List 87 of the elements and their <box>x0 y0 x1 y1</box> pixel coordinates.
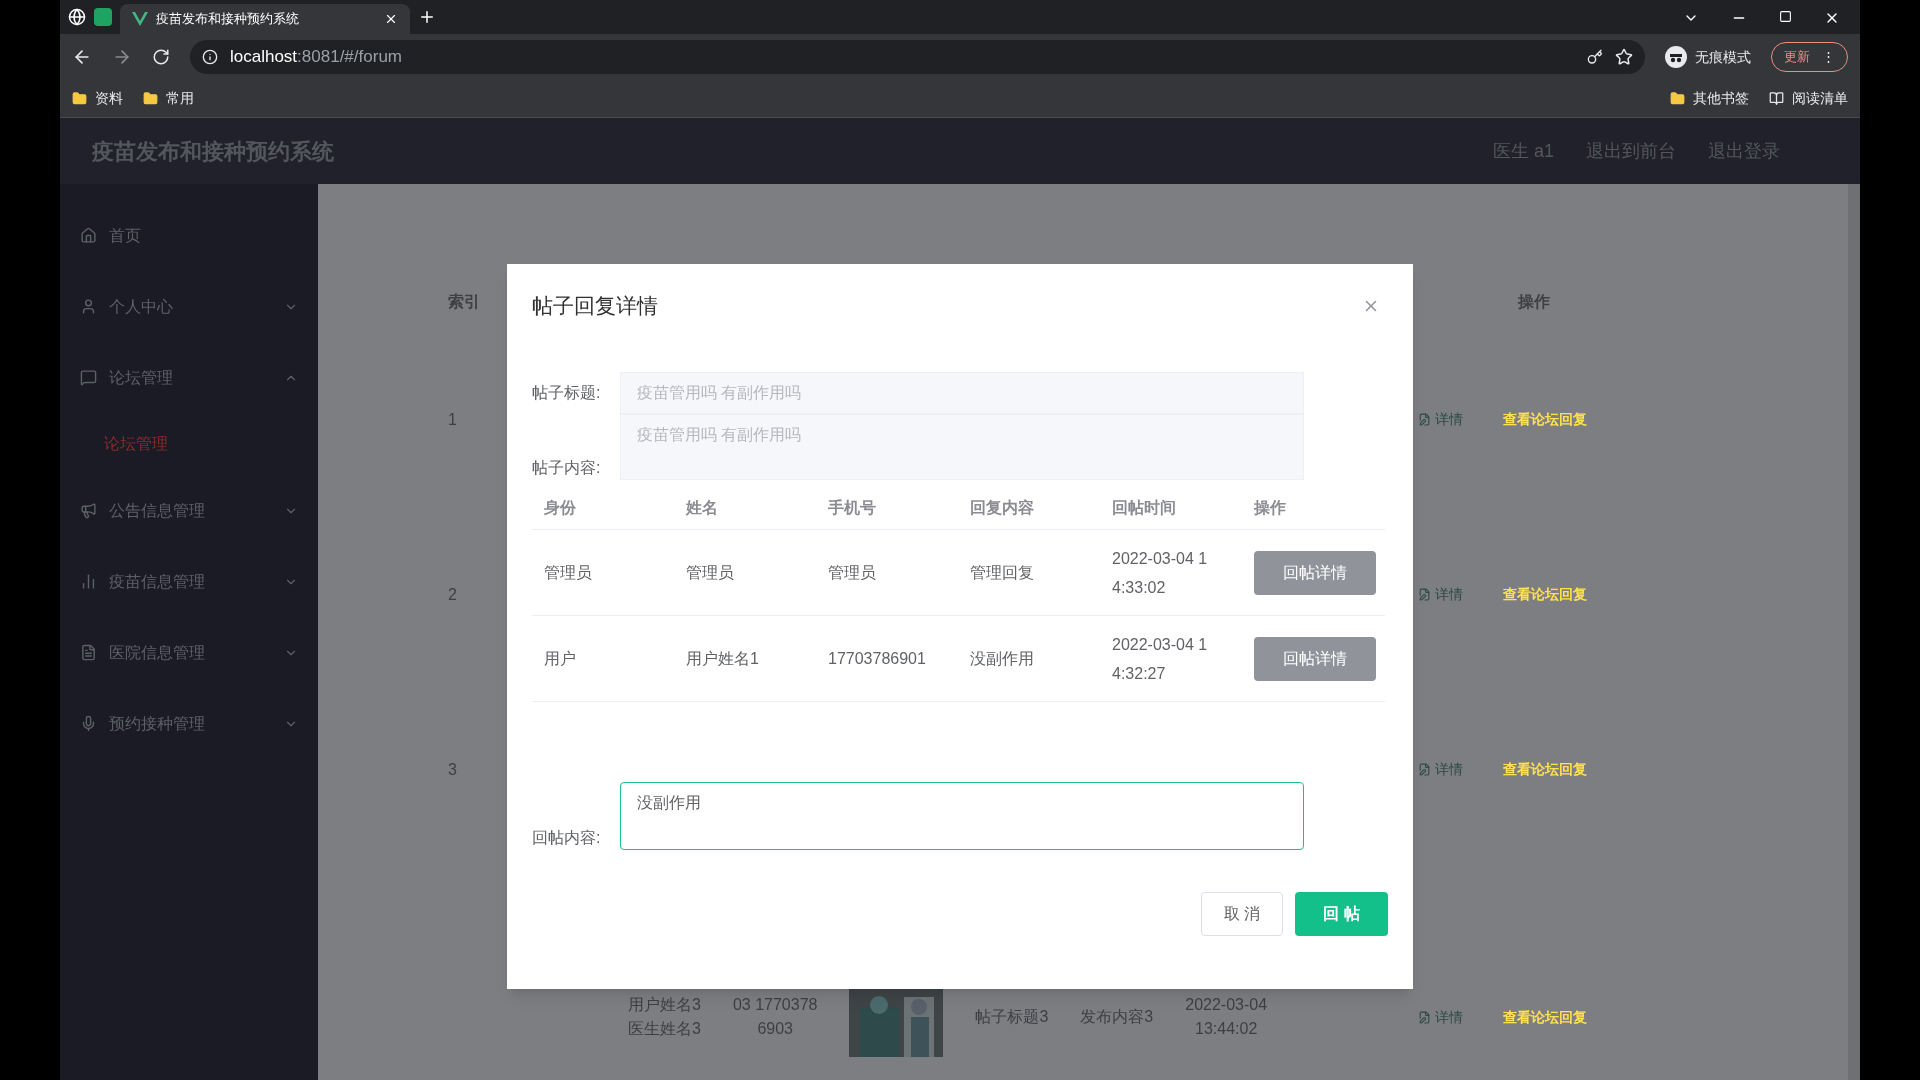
cancel-button[interactable]: 取 消 <box>1201 892 1283 936</box>
document-icon <box>80 644 97 661</box>
sidebar-subitem[interactable]: 论坛管理 <box>60 413 318 475</box>
bookmark-folder[interactable]: 常用 <box>143 88 194 109</box>
microphone-icon <box>80 715 97 732</box>
input-field: 疫苗管用吗 有副作用吗 <box>620 372 1304 414</box>
key-icon[interactable] <box>1587 49 1603 65</box>
folder-icon <box>72 91 87 106</box>
table-cell-text: 2 <box>448 584 458 605</box>
edit-icon <box>1418 588 1431 601</box>
chart-icon <box>80 573 97 590</box>
details-link[interactable]: 详情 <box>1418 1006 1463 1028</box>
reading-list-icon <box>1769 91 1784 106</box>
sidebar-item[interactable]: 预约接种管理 <box>60 688 318 759</box>
column-header: 操作 <box>1254 498 1286 516</box>
chat-icon <box>80 369 97 386</box>
table-cell-text: 帖子标题3 <box>975 1007 1049 1027</box>
view-replies-link[interactable]: 查看论坛回复 <box>1503 584 1587 605</box>
column-header: 操作 <box>1518 292 1551 312</box>
vue-logo-icon <box>132 12 148 26</box>
table-cell-text: 管理员 <box>544 563 593 583</box>
bookmark-folder[interactable]: 资料 <box>72 88 123 109</box>
incognito-badge[interactable]: 无痕模式 <box>1665 46 1751 68</box>
table-cell-text: 用户姓名1 <box>686 649 760 669</box>
user-icon <box>80 298 97 315</box>
column-header: 手机号 <box>828 498 876 516</box>
browser-tab[interactable]: 疫苗发布和接种预约系统 <box>120 4 410 34</box>
edit-icon <box>1418 763 1431 776</box>
textarea-field: 疫苗管用吗 有副作用吗 <box>620 414 1304 480</box>
table-cell-text: 用户姓名3 医生姓名3 <box>628 995 701 1039</box>
column-header: 回帖时间 <box>1112 498 1176 516</box>
sidebar-item[interactable]: 公告信息管理 <box>60 475 318 546</box>
table-cell-text: 3 <box>448 759 458 780</box>
table-cell-text: 管理员 <box>686 563 735 583</box>
details-link[interactable]: 详情 <box>1418 409 1463 430</box>
sidebar-item[interactable]: 疫苗信息管理 <box>60 546 318 617</box>
reply-button[interactable]: 回 帖 <box>1295 892 1388 936</box>
edit-icon <box>1418 1010 1431 1024</box>
reply-textarea[interactable]: 没副作用 <box>620 782 1304 850</box>
reading-list-link[interactable]: 阅读清单 <box>1769 88 1848 109</box>
table-cell-text: 2022-03-04 1 4:32:27 <box>1112 634 1209 684</box>
column-header: 身份 <box>544 498 576 516</box>
home-icon <box>80 227 97 244</box>
info-icon <box>202 49 218 65</box>
sheet-tab-icon[interactable] <box>94 8 112 26</box>
table-cell-text: 发布内容3 <box>1080 1007 1154 1027</box>
bookmark-folder[interactable]: 其他书签 <box>1670 88 1749 109</box>
field-label: 帖子内容: <box>532 458 602 478</box>
column-header: 回复内容 <box>970 498 1034 516</box>
dialog-title: 帖子回复详情 <box>532 293 659 320</box>
reply-details-button[interactable]: 回帖详情 <box>1254 636 1376 681</box>
sidebar-item[interactable]: 首页 <box>60 200 318 271</box>
field-label: 帖子标题: <box>532 383 602 403</box>
table-cell-text: 2022-03-04 1 4:33:02 <box>1112 548 1209 598</box>
table-cell-text: 1 <box>448 409 458 430</box>
column-header: 索引 <box>448 292 481 312</box>
close-icon[interactable] <box>384 12 398 26</box>
sidebar-item[interactable]: 医院信息管理 <box>60 617 318 688</box>
folder-icon <box>143 91 158 106</box>
globe-icon[interactable] <box>68 8 86 26</box>
folder-icon <box>1670 91 1685 106</box>
table-cell-text: 管理员 <box>828 563 877 583</box>
column-header: 姓名 <box>686 498 718 516</box>
table-cell-text: 没副作用 <box>970 649 1035 669</box>
view-replies-link[interactable]: 查看论坛回复 <box>1503 409 1587 430</box>
table-cell-text: 2022-03-04 13:44:02 <box>1185 995 1268 1039</box>
table-cell-text: 03 1770378 6903 <box>732 995 818 1039</box>
view-replies-link[interactable]: 查看论坛回复 <box>1503 1006 1587 1028</box>
sidebar-item[interactable]: 论坛管理 <box>60 342 318 413</box>
reply-details-button[interactable]: 回帖详情 <box>1254 550 1376 595</box>
address-bar[interactable]: localhost:8081/#/forum <box>190 40 1645 74</box>
star-icon[interactable] <box>1615 48 1633 66</box>
edit-icon <box>1418 413 1431 426</box>
sidebar-item[interactable]: 个人中心 <box>60 271 318 342</box>
reload-icon[interactable] <box>152 48 170 66</box>
table-cell-text: 管理回复 <box>970 563 1035 583</box>
field-label: 回帖内容: <box>532 828 602 848</box>
incognito-icon <box>1665 46 1687 68</box>
table-cell-text: 用户 <box>544 649 577 669</box>
url-text: localhost:8081/#/forum <box>230 46 402 69</box>
restore-icon[interactable] <box>1779 10 1792 23</box>
megaphone-icon <box>80 502 97 519</box>
table-cell-text: 17703786901 <box>828 649 927 669</box>
new-tab-icon[interactable] <box>418 8 436 26</box>
details-link[interactable]: 详情 <box>1418 584 1463 605</box>
details-link[interactable]: 详情 <box>1418 759 1463 780</box>
view-replies-link[interactable]: 查看论坛回复 <box>1503 759 1587 780</box>
